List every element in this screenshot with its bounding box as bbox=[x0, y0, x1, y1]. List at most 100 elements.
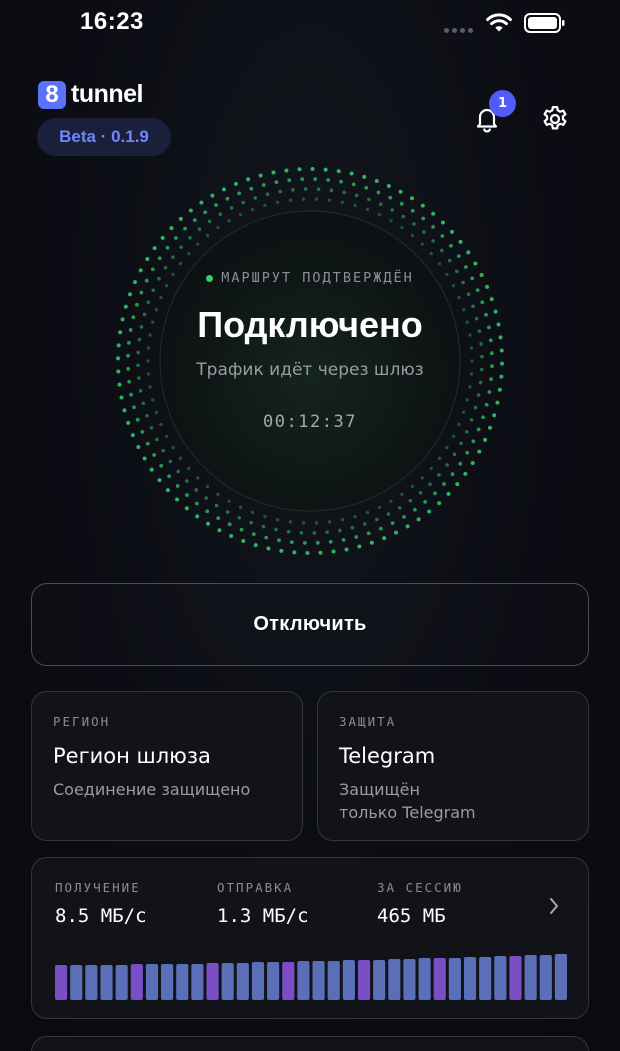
region-value: Регион шлюза bbox=[53, 744, 211, 768]
disconnect-button[interactable]: Отключить bbox=[31, 583, 589, 666]
traffic-bar bbox=[373, 960, 386, 1000]
ring-dot bbox=[229, 206, 234, 210]
ring-dot bbox=[264, 535, 269, 540]
ring-dot bbox=[378, 526, 383, 531]
protection-sub-line-1: Защищён bbox=[339, 780, 420, 799]
region-label: РЕГИОН bbox=[53, 714, 111, 729]
ring-dot bbox=[241, 200, 246, 205]
ring-dot bbox=[238, 505, 243, 510]
ring-dot bbox=[468, 333, 472, 337]
ring-dot bbox=[389, 499, 393, 503]
ring-dot bbox=[303, 187, 308, 191]
ring-dot bbox=[495, 400, 500, 405]
region-card[interactable]: РЕГИОН Регион шлюза Соединение защищено bbox=[31, 691, 303, 841]
wifi-icon bbox=[486, 13, 512, 32]
ring-dot bbox=[362, 174, 367, 179]
ring-dot bbox=[340, 200, 345, 204]
ring-dot bbox=[477, 449, 482, 454]
ring-dot bbox=[400, 492, 404, 497]
ring-dot bbox=[469, 372, 474, 376]
ring-dot bbox=[188, 236, 192, 240]
ring-dot bbox=[265, 192, 270, 197]
ring-dot bbox=[470, 460, 475, 465]
ring-dot bbox=[478, 380, 483, 385]
ring-dot bbox=[130, 433, 135, 438]
ring-dot bbox=[440, 234, 445, 238]
ring-dot bbox=[188, 208, 193, 213]
ring-dot bbox=[399, 201, 404, 206]
ring-dot bbox=[192, 218, 197, 222]
ring-dot bbox=[386, 183, 391, 188]
ring-dot bbox=[127, 340, 131, 345]
ring-dot bbox=[206, 521, 211, 526]
ring-dot bbox=[450, 229, 455, 234]
ring-dot bbox=[302, 541, 307, 545]
ring-dot bbox=[128, 328, 133, 332]
ring-dot bbox=[487, 390, 492, 394]
ring-dot bbox=[141, 401, 146, 406]
ring-dot bbox=[138, 389, 143, 393]
traffic-bar bbox=[463, 957, 477, 1000]
settings-button[interactable] bbox=[540, 104, 570, 134]
ring-dot bbox=[386, 512, 391, 516]
ring-dot bbox=[388, 195, 393, 200]
ring-dot bbox=[471, 439, 476, 444]
ring-dot bbox=[154, 410, 159, 414]
traffic-card[interactable]: ПОЛУЧЕНИЕ 8.5 МБ/с ОТПРАВКА 1.3 МБ/с ЗА … bbox=[31, 857, 589, 1019]
ring-dot bbox=[433, 491, 437, 496]
ring-dot bbox=[364, 186, 369, 190]
ring-dot bbox=[452, 452, 457, 457]
ring-dot bbox=[328, 539, 333, 544]
region-sub: Соединение защищено bbox=[53, 780, 251, 799]
ring-dot bbox=[195, 514, 200, 519]
ring-dot bbox=[157, 478, 162, 483]
ring-dot bbox=[476, 393, 481, 397]
ring-dot bbox=[205, 233, 210, 238]
send-metric: ОТПРАВКА 1.3 МБ/с bbox=[217, 880, 309, 927]
ring-dot bbox=[331, 549, 336, 554]
ring-dot bbox=[289, 540, 294, 544]
ring-dot bbox=[217, 528, 222, 533]
ring-dot bbox=[338, 528, 342, 533]
next-card[interactable] bbox=[31, 1036, 589, 1051]
traffic-bar bbox=[130, 964, 143, 1000]
traffic-bar bbox=[55, 965, 68, 1000]
traffic-bar bbox=[342, 960, 355, 1000]
ring-dot bbox=[485, 284, 490, 289]
ring-dot bbox=[275, 518, 280, 522]
ring-dot bbox=[263, 514, 267, 519]
connection-subtitle: Трафик идёт через шлюз bbox=[196, 360, 424, 380]
protection-value: Telegram bbox=[339, 744, 436, 768]
ring-dot bbox=[185, 493, 189, 497]
ring-dot bbox=[278, 189, 282, 194]
send-value: 1.3 МБ/с bbox=[217, 905, 309, 927]
traffic-bar bbox=[312, 961, 325, 1000]
ring-dot bbox=[171, 255, 175, 259]
ring-dot bbox=[145, 441, 150, 446]
ring-dot bbox=[204, 496, 208, 500]
ring-dot bbox=[455, 482, 460, 487]
ring-dot bbox=[136, 445, 141, 450]
ring-dot bbox=[400, 225, 404, 230]
ring-dot bbox=[490, 364, 494, 369]
ring-dot bbox=[132, 280, 137, 285]
ring-dot bbox=[159, 463, 164, 468]
connection-status: МАРШРУТ ПОДТВЕРЖДЁН Подключено Трафик ид… bbox=[160, 270, 460, 432]
signal-dots-icon bbox=[444, 28, 473, 33]
ring-dot bbox=[499, 374, 504, 379]
chevron-right-icon[interactable] bbox=[547, 896, 561, 916]
protection-card[interactable]: ЗАЩИТА Telegram Защищён только Telegram bbox=[317, 691, 589, 841]
status-time: 16:23 bbox=[80, 8, 144, 35]
ring-dot bbox=[431, 239, 435, 243]
notification-badge: 1 bbox=[489, 90, 516, 117]
ring-dot bbox=[354, 535, 359, 539]
ring-dot bbox=[135, 302, 139, 307]
traffic-bar bbox=[509, 956, 522, 1000]
ring-dot bbox=[297, 167, 302, 172]
ring-dot bbox=[492, 413, 497, 418]
ring-dot bbox=[126, 366, 131, 371]
ring-dot bbox=[146, 346, 151, 350]
ring-dot bbox=[184, 506, 189, 511]
receive-metric: ПОЛУЧЕНИЕ 8.5 МБ/с bbox=[55, 880, 147, 927]
ring-dot bbox=[171, 445, 175, 450]
